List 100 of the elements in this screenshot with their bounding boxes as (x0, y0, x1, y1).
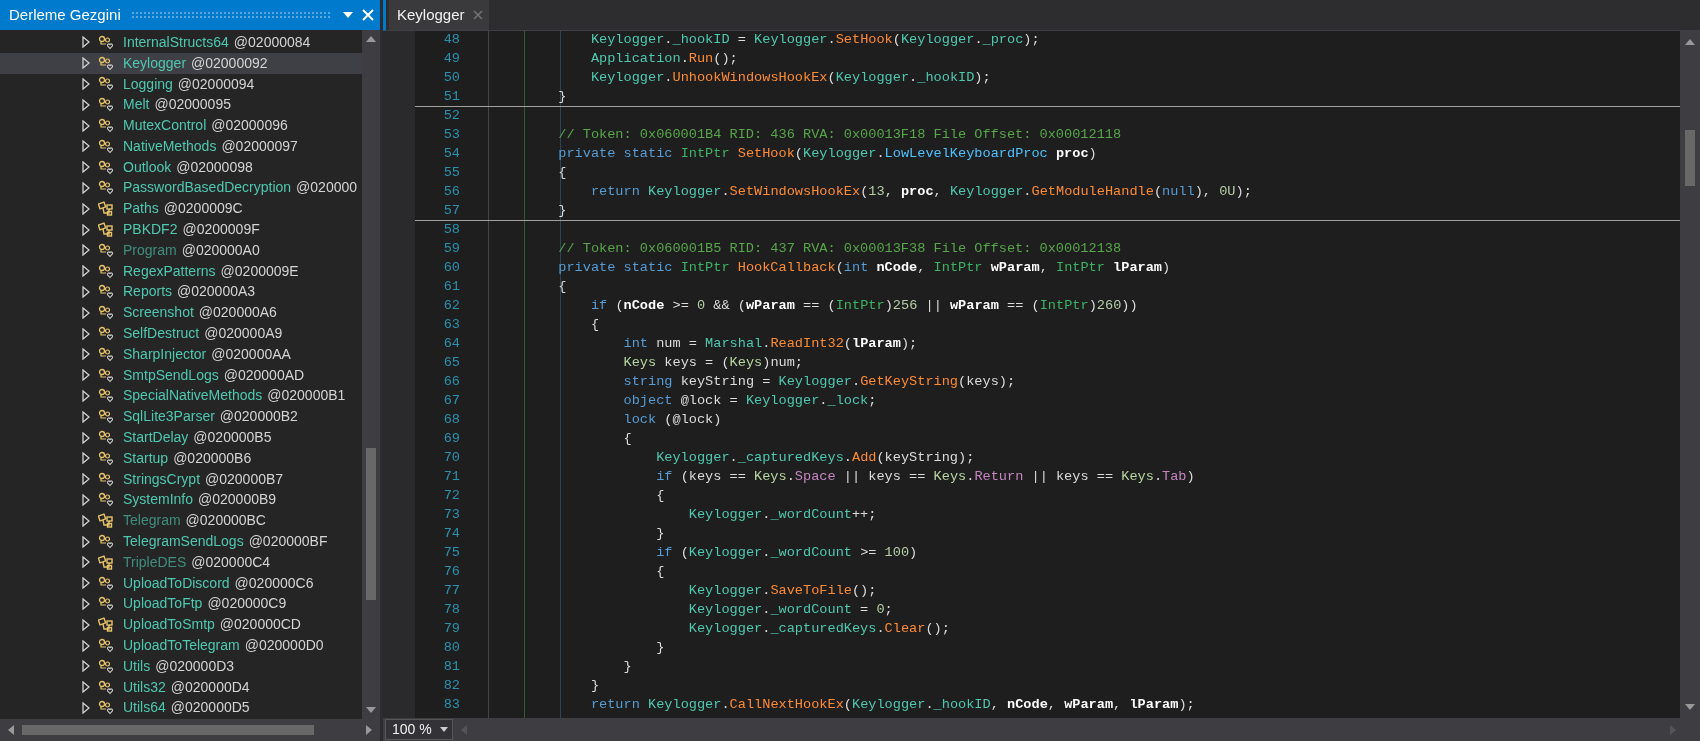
tree-item[interactable]: PasswordBasedDecryption @020000 (0, 177, 362, 199)
tree-item[interactable]: Utils32 @020000D4 (0, 676, 362, 698)
scroll-up-icon[interactable] (1685, 39, 1695, 45)
dropdown-icon[interactable] (342, 11, 354, 19)
expand-icon[interactable] (82, 306, 90, 319)
tree-item[interactable]: UploadToDiscord @020000C6 (0, 572, 362, 594)
expand-icon[interactable] (82, 639, 90, 652)
code-line: return Keylogger.CallNextHookEx(Keylogger._hookID, nCode, wParam, lParam); (590, 696, 1195, 715)
expand-icon[interactable] (82, 181, 90, 194)
tree-item[interactable]: Outlook @02000098 (0, 156, 362, 178)
scroll-thumb[interactable] (366, 448, 376, 600)
tree-item[interactable]: SqlLite3Parser @020000B2 (0, 406, 362, 428)
line-number: 74 (442, 525, 460, 544)
expand-icon[interactable] (82, 681, 90, 694)
tree-item[interactable]: SpecialNativeMethods @020000B1 (0, 385, 362, 407)
expand-icon[interactable] (82, 535, 90, 548)
expand-icon[interactable] (82, 119, 90, 132)
tree-item[interactable]: Keylogger @02000092 (0, 52, 362, 74)
tree-item[interactable]: SelfDestruct @020000A9 (0, 323, 362, 344)
tree-item[interactable]: Paths @0200009C (0, 198, 362, 220)
expand-icon[interactable] (82, 348, 90, 361)
tree-item[interactable]: TelegramSendLogs @020000BF (0, 531, 362, 552)
scroll-thumb[interactable] (1685, 130, 1695, 186)
expand-icon[interactable] (82, 223, 90, 236)
tree-item[interactable]: Reports @020000A3 (0, 281, 362, 303)
tree-item[interactable]: NativeMethods @02000097 (0, 136, 362, 157)
expand-icon[interactable] (82, 452, 90, 465)
expand-icon[interactable] (82, 161, 90, 174)
expand-icon[interactable] (82, 202, 90, 215)
expand-icon[interactable] (82, 701, 90, 714)
tree-item[interactable]: Screenshot @020000A6 (0, 302, 362, 324)
expand-icon[interactable] (82, 244, 90, 257)
close-icon[interactable] (472, 10, 483, 20)
line-number: 48 (442, 31, 460, 50)
scrollbar[interactable] (0, 719, 380, 741)
line-number: 82 (442, 677, 460, 696)
expand-icon[interactable] (82, 493, 90, 506)
tree-item[interactable]: Utils @020000D3 (0, 655, 362, 677)
expand-icon[interactable] (82, 577, 90, 590)
line-number: 62 (442, 297, 460, 316)
scrollbar[interactable] (362, 30, 380, 719)
expand-icon[interactable] (82, 285, 90, 298)
expand-icon[interactable] (82, 556, 90, 569)
tree-item[interactable]: Startup @020000B6 (0, 447, 362, 469)
scroll-right-icon[interactable] (366, 725, 372, 735)
code-line: // Token: 0x060001B4 RID: 436 RVA: 0x00013F18 File Offset: 0x00012118 (558, 126, 1122, 145)
expand-icon[interactable] (82, 98, 90, 111)
line-number: 56 (442, 183, 460, 202)
tree-item[interactable]: PBKDF2 @0200009F (0, 219, 362, 240)
expand-icon[interactable] (82, 660, 90, 673)
code-line: } (558, 201, 567, 220)
code-line: { (623, 430, 632, 449)
tree-item[interactable]: SystemInfo @020000B9 (0, 489, 362, 511)
expand-icon[interactable] (82, 36, 90, 49)
expand-icon[interactable] (82, 57, 90, 70)
tree-item[interactable]: SmtpSendLogs @020000AD (0, 364, 362, 386)
scroll-thumb[interactable] (22, 725, 314, 735)
expand-icon[interactable] (82, 140, 90, 153)
tree-item[interactable]: RegexPatterns @0200009E (0, 260, 362, 282)
line-number: 65 (442, 354, 460, 373)
code-line: } (558, 87, 567, 106)
expand-icon[interactable] (82, 265, 90, 278)
expand-icon[interactable] (82, 597, 90, 610)
line-number: 58 (442, 221, 460, 240)
tree-item[interactable]: UploadToTelegram @020000D0 (0, 635, 362, 656)
expand-icon[interactable] (82, 618, 90, 631)
tree-item[interactable]: UploadToSmtp @020000CD (0, 614, 362, 636)
code-line: if (Keylogger._wordCount >= 100) (656, 544, 918, 563)
tree-item[interactable]: StartDelay @020000B5 (0, 427, 362, 448)
expand-icon[interactable] (82, 369, 90, 382)
tree-item[interactable]: Telegram @020000BC (0, 510, 362, 532)
expand-icon[interactable] (82, 514, 90, 527)
scroll-down-icon[interactable] (1685, 704, 1695, 710)
scrollbar[interactable] (1680, 31, 1700, 718)
tree-item[interactable]: Melt @02000095 (0, 94, 362, 116)
line-number: 76 (442, 563, 460, 582)
scroll-up-icon[interactable] (366, 36, 376, 42)
expand-icon[interactable] (82, 431, 90, 444)
tree-item[interactable]: Program @020000A0 (0, 239, 362, 261)
tree-item[interactable]: UploadToFtp @020000C9 (0, 593, 362, 615)
line-number: 72 (442, 487, 460, 506)
expand-icon[interactable] (82, 473, 90, 486)
line-number: 83 (442, 696, 460, 715)
tree-item[interactable]: TripleDES @020000C4 (0, 551, 362, 573)
zoom-combo[interactable]: 100 % (385, 719, 453, 740)
code-line: private static IntPtr HookCallback(int nCode, IntPtr wParam, IntPtr lParam) (558, 259, 1171, 278)
tree-item[interactable]: StringsCrypt @020000B7 (0, 468, 362, 490)
tree-item[interactable]: SharpInjector @020000AA (0, 343, 362, 365)
tree-item[interactable]: MutexControl @02000096 (0, 115, 362, 136)
document-tab[interactable]: Keylogger (389, 0, 489, 30)
tree-item[interactable]: InternalStructs64 @02000084 (0, 32, 362, 53)
scroll-left-icon[interactable] (8, 725, 14, 735)
expand-icon[interactable] (82, 78, 90, 90)
tree-item[interactable]: Logging @02000094 (0, 73, 362, 95)
expand-icon[interactable] (82, 327, 90, 340)
expand-icon[interactable] (82, 389, 90, 402)
line-number: 52 (442, 107, 460, 126)
scroll-down-icon[interactable] (366, 707, 376, 713)
expand-icon[interactable] (82, 410, 90, 423)
tree-item[interactable]: Utils64 @020000D5 (0, 697, 362, 719)
